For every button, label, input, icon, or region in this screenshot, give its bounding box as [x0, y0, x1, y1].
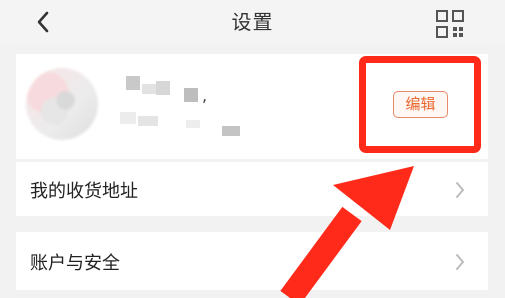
blurred-name — [126, 76, 140, 90]
chevron-right-icon — [456, 182, 464, 198]
list-item-shipping-address[interactable]: 我的收货地址 — [16, 162, 488, 216]
blurred-account-id — [222, 126, 240, 136]
blurred-account-id — [120, 112, 136, 124]
blurred-name — [156, 81, 170, 95]
avatar[interactable] — [26, 68, 98, 140]
settings-screen: 设置 , 编辑 我的收货地址 账户与安全 — [0, 0, 505, 298]
blurred-account-id — [138, 116, 158, 126]
list-item-label: 我的收货地址 — [30, 181, 138, 202]
chevron-right-icon — [456, 254, 464, 270]
name-suffix: , — [202, 86, 208, 105]
list-item-label: 账户与安全 — [30, 253, 120, 274]
qr-code-icon[interactable] — [435, 9, 465, 39]
page-title: 设置 — [231, 10, 274, 34]
blurred-name — [142, 84, 156, 94]
edit-button[interactable]: 编辑 — [393, 91, 448, 118]
header: 设置 — [0, 0, 505, 44]
blurred-name — [184, 88, 198, 102]
blurred-account-id — [186, 120, 200, 128]
list-item-account-security[interactable]: 账户与安全 — [16, 232, 488, 290]
